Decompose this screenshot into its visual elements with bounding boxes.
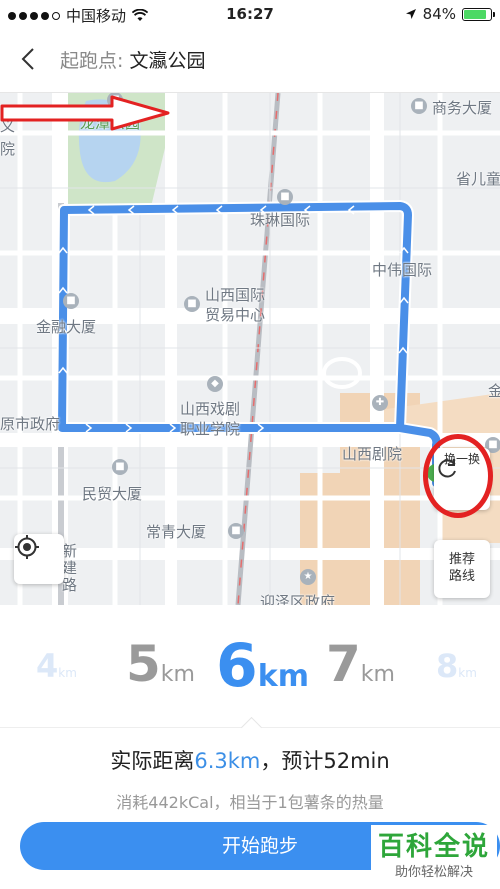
distance-option-value: 7: [326, 635, 361, 693]
battery-percent: 84%: [422, 5, 456, 23]
start-point-label: 起跑点:: [60, 50, 124, 72]
recommended-route-button[interactable]: 推荐 路线: [434, 540, 490, 598]
route-map[interactable]: 龙潭公园 商务大厦 省儿童 义 院 珠琳国际 中伟国际 金融大厦 山西国际 贸易…: [0, 93, 500, 605]
distance-option-value: 8: [436, 647, 459, 685]
distance-unit: km: [160, 662, 195, 687]
locate-button[interactable]: [14, 534, 64, 584]
actual-distance-value: 6.3km: [194, 749, 261, 773]
distance-option-value: 5: [126, 635, 161, 693]
distance-summary: 实际距离6.3km，预计52min: [0, 745, 500, 775]
building-icon: ■: [228, 523, 244, 539]
building-icon: ■: [277, 189, 293, 205]
recommended-route-label-1: 推荐: [448, 552, 475, 567]
distance-option-4[interactable]: 4km: [36, 647, 77, 685]
estimated-duration: ，预计52min: [260, 749, 390, 773]
picker-indicator: [240, 716, 263, 739]
battery-fill: [464, 9, 486, 19]
map-canvas: [0, 93, 500, 605]
poi-minmao[interactable]: 民贸大厦: [82, 483, 142, 504]
poi-zhongwei[interactable]: 中伟国际: [372, 259, 432, 280]
route-summary: 实际距离6.3km，预计52min 消耗442kCal，相当于1包薯条的热量: [0, 745, 500, 813]
location-arrow-icon: [405, 9, 416, 19]
distance-unit: km: [58, 666, 77, 680]
building-icon: ■: [184, 296, 200, 312]
status-bar: 中国移动 16:27 84%: [0, 0, 500, 28]
poi-shizhengfu[interactable]: 原市政府: [0, 413, 60, 434]
poi-yingze[interactable]: 迎泽区政府: [260, 591, 335, 605]
page-title: 起跑点: 文瀛公园: [60, 46, 205, 73]
distance-unit: km: [458, 666, 477, 680]
poi-jinrong[interactable]: 金融大厦: [36, 316, 96, 337]
poi-shengji[interactable]: 省儿童: [456, 168, 500, 189]
recommended-route-label-2: 路线: [448, 569, 475, 584]
building-icon: ■: [411, 98, 427, 114]
poi-zhulin[interactable]: 珠琳国际: [250, 209, 310, 230]
nav-bar: 起跑点: 文瀛公园: [0, 28, 500, 93]
poi-edge-jin: 金: [488, 382, 500, 400]
status-right: 84%: [405, 5, 495, 23]
battery-icon: [462, 7, 495, 21]
poi-shanxi-guoji[interactable]: 山西国际: [205, 284, 265, 305]
poi-juyuan[interactable]: 山西剧院: [342, 443, 402, 464]
watermark: 百科全说 助你轻松解决: [371, 825, 497, 889]
chevron-left-icon: [21, 48, 34, 70]
poi-maoyi-zhongxin[interactable]: 贸易中心: [205, 304, 265, 325]
distance-option-value: 4: [36, 647, 59, 685]
poi-edge-yuan: 院: [0, 140, 16, 158]
distance-option-8[interactable]: 8km: [436, 647, 477, 685]
theater-icon: ✚: [372, 395, 388, 411]
poi-shangwu[interactable]: 商务大厦: [432, 97, 492, 118]
watermark-subtitle: 助你轻松解决: [394, 865, 473, 880]
back-button[interactable]: [14, 44, 44, 74]
start-point-value: 文瀛公园: [129, 50, 206, 72]
government-icon: ★: [300, 569, 316, 585]
school-icon: ◆: [207, 376, 223, 392]
distance-unit: km: [257, 659, 309, 694]
actual-distance-label: 实际距离: [110, 749, 195, 773]
building-icon: ■: [112, 459, 128, 475]
poi-xinjian-road: 新建路: [62, 542, 78, 594]
locate-icon: [15, 535, 39, 559]
poi-changqing[interactable]: 常青大厦: [146, 521, 206, 542]
poi-xiju[interactable]: 山西戏剧: [180, 398, 240, 419]
distance-option-value: 6: [216, 631, 258, 701]
watermark-title: 百科全说: [377, 832, 490, 862]
building-icon: ■: [63, 293, 79, 309]
distance-unit: km: [360, 662, 395, 687]
distance-option-5[interactable]: 5km: [126, 635, 195, 693]
distance-picker[interactable]: 4km 5km 6km 7km 8km: [0, 605, 500, 739]
distance-option-7[interactable]: 7km: [326, 635, 395, 693]
calories-summary: 消耗442kCal，相当于1包薯条的热量: [116, 793, 384, 812]
poi-xiju-xueyuan[interactable]: 职业学院: [180, 418, 240, 439]
annotation-circle: [423, 434, 493, 518]
annotation-arrow: [0, 95, 170, 131]
distance-option-6-selected[interactable]: 6km: [216, 631, 309, 701]
